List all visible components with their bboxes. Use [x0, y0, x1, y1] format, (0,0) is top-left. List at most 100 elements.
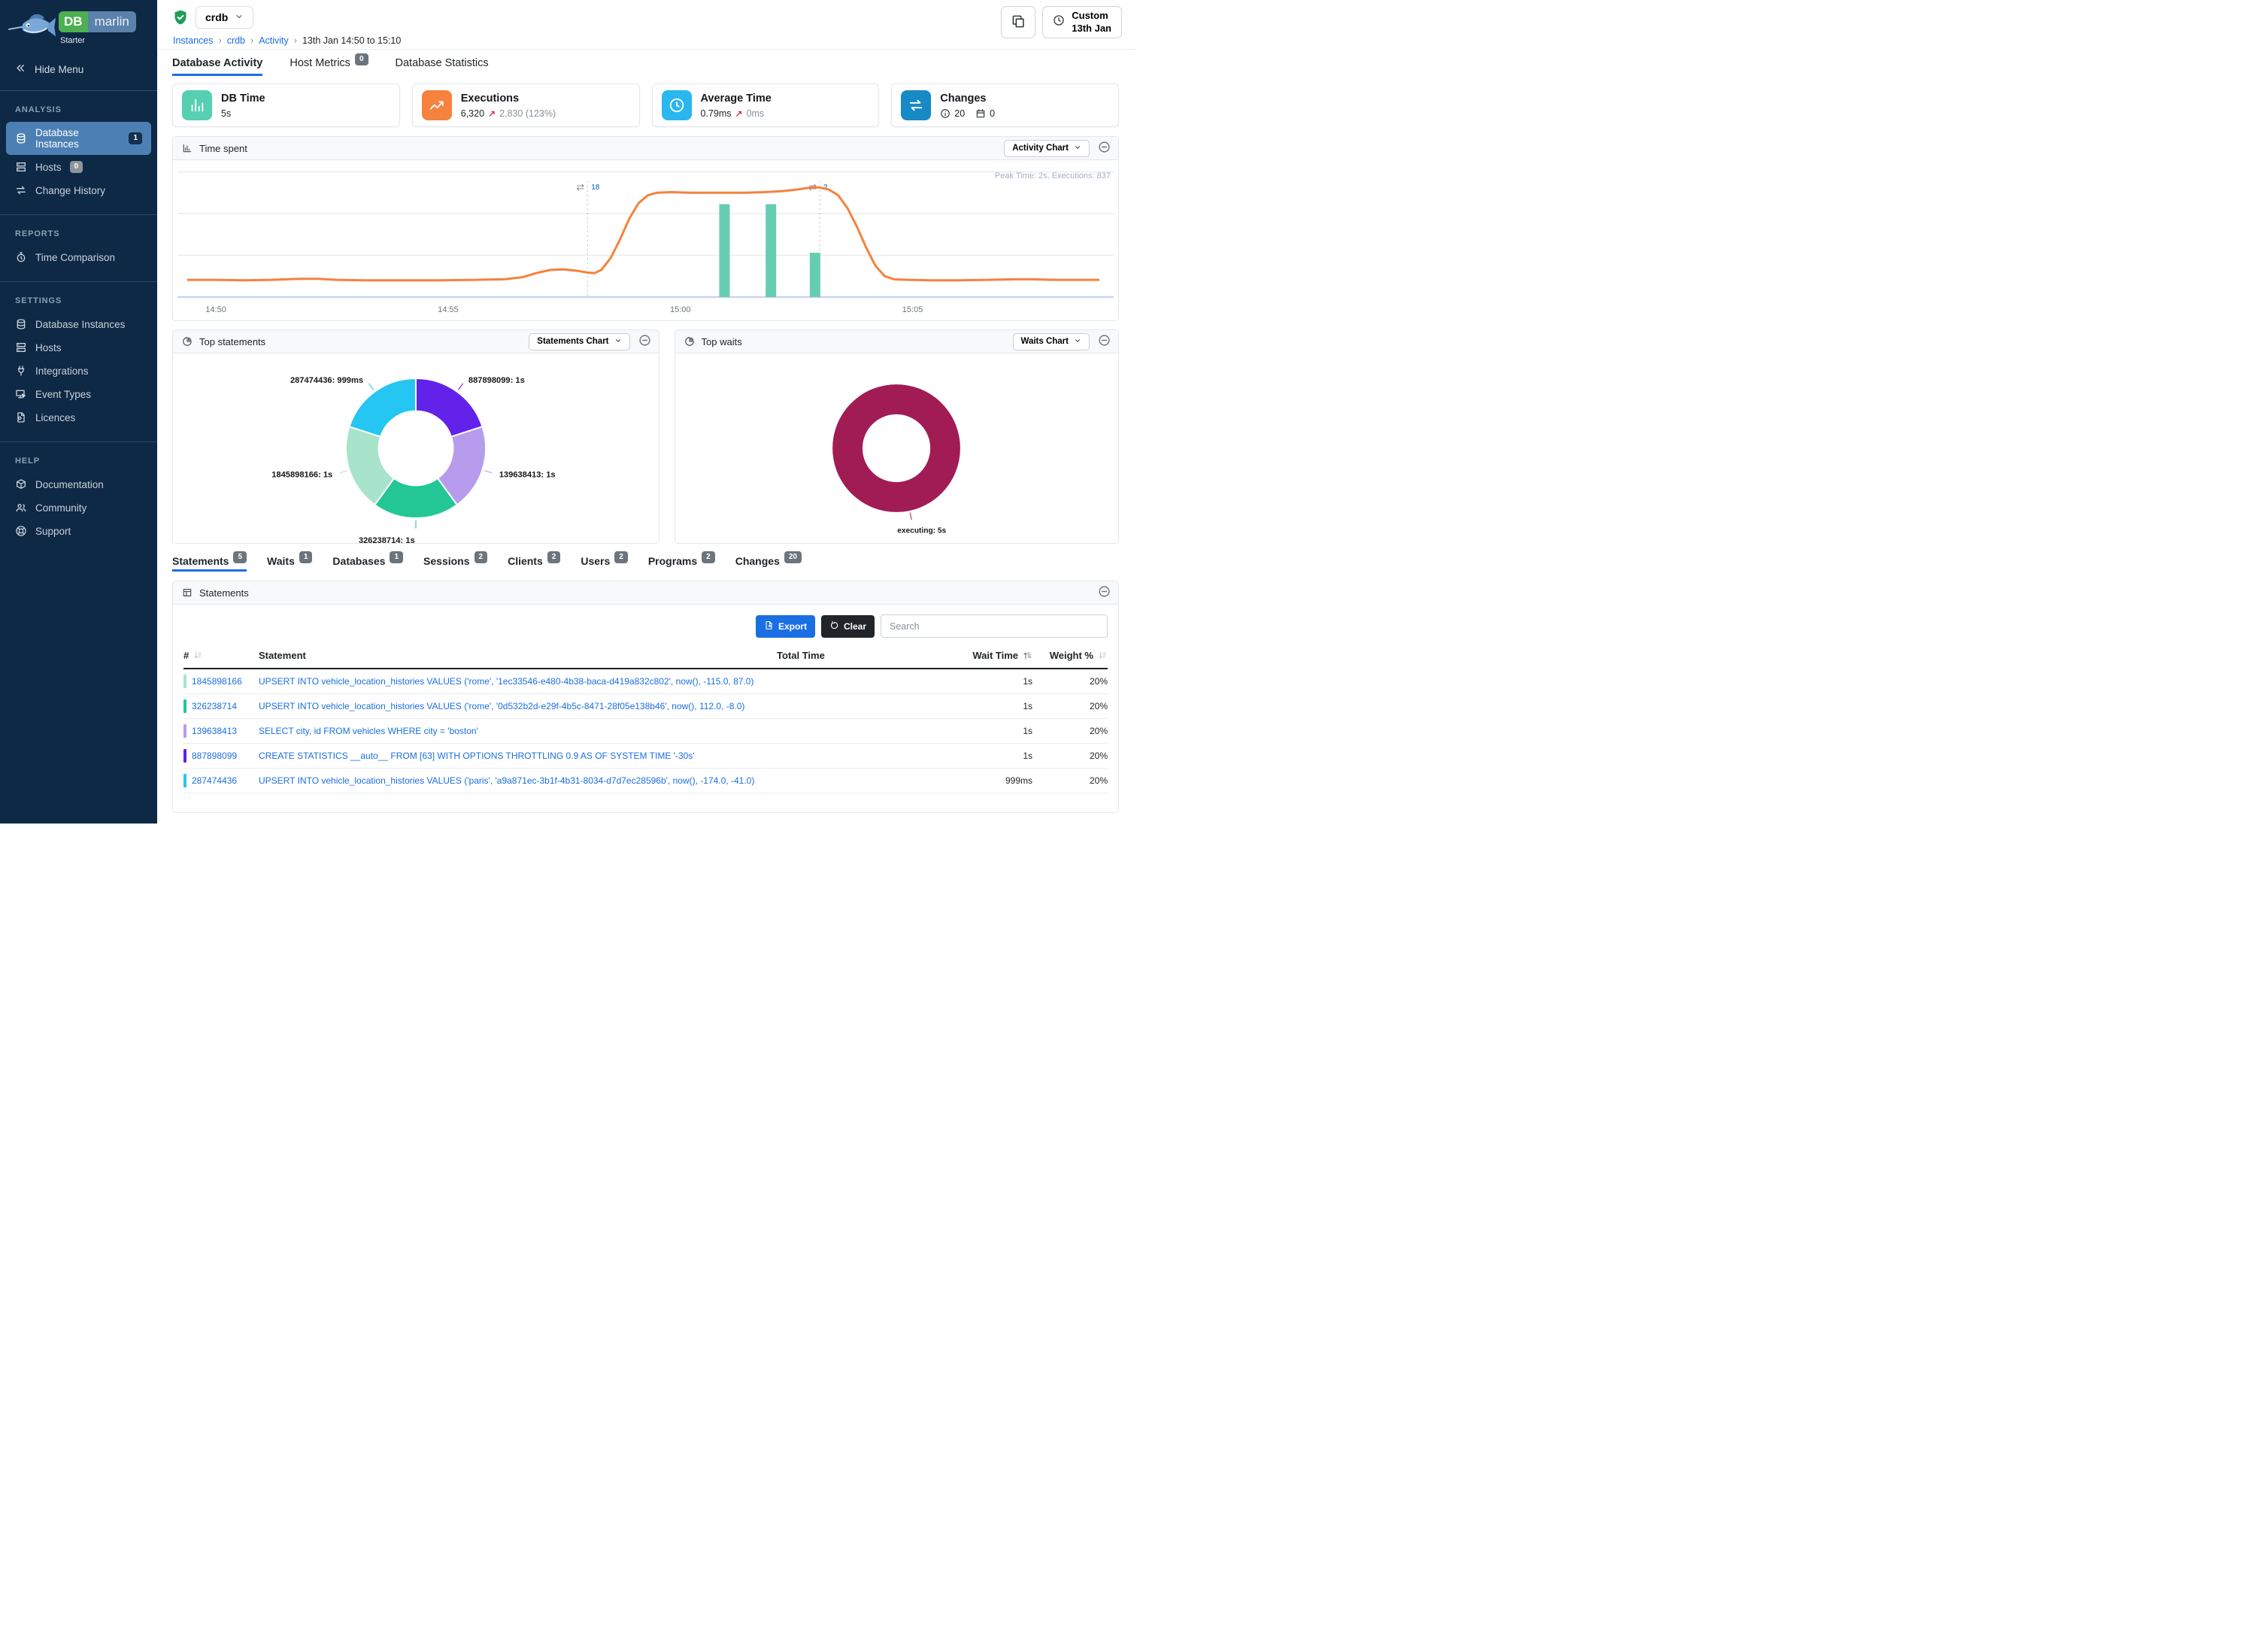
statement-id-link[interactable]: 287474436 [192, 775, 237, 786]
breadcrumb-item[interactable]: Activity [259, 35, 289, 46]
package-icon [15, 478, 27, 490]
donut-slice[interactable] [847, 399, 945, 497]
waits-chart-selector[interactable]: Waits Chart [1013, 333, 1090, 350]
breadcrumb-item[interactable]: Instances [173, 35, 214, 46]
change-marker-icon[interactable]: ⇄ [576, 181, 584, 193]
column-header-weight[interactable]: Weight % [1032, 650, 1108, 661]
collapse-top-waits-button[interactable] [1098, 334, 1111, 349]
statement-id-link[interactable]: 326238714 [192, 701, 237, 711]
sidebar-item-documentation[interactable]: Documentation [6, 473, 151, 496]
statement-id-link[interactable]: 887898099 [192, 751, 237, 761]
tab-host-metrics[interactable]: Host Metrics0 [290, 57, 368, 76]
donut-slice[interactable] [349, 378, 415, 437]
statement-text-link[interactable]: UPSERT INTO vehicle_location_histories V… [259, 676, 777, 687]
sidebar-item-time-comparison[interactable]: Time Comparison [6, 246, 151, 268]
executions-bar[interactable] [719, 204, 729, 297]
collapse-time-spent-button[interactable] [1098, 141, 1111, 156]
statement-text-link[interactable]: UPSERT INTO vehicle_location_histories V… [259, 701, 777, 711]
tab-database-statistics[interactable]: Database Statistics [396, 57, 489, 76]
sidebar-item-database-instances[interactable]: Database Instances [6, 313, 151, 335]
breadcrumb-item: 13th Jan 14:50 to 15:10 [302, 35, 401, 46]
statement-id-link[interactable]: 1845898166 [192, 676, 242, 687]
breadcrumb-separator: › [250, 35, 253, 46]
clear-button[interactable]: Clear [821, 615, 875, 638]
time-range-line1: Custom [1072, 10, 1111, 23]
detail-tab-badge: 1 [390, 551, 403, 563]
app-logo[interactable]: DB marlin Starter [0, 0, 157, 50]
detail-tab-label: Users [581, 555, 610, 567]
minus-circle-icon [638, 334, 651, 347]
detail-tab-waits[interactable]: Waits1 [267, 555, 312, 572]
time-range-button[interactable]: Custom 13th Jan [1042, 6, 1122, 38]
detail-tab-badge: 20 [784, 551, 802, 563]
top-waits-donut-chart[interactable]: executing: 5s [684, 353, 1109, 543]
topbar: crdb Instances›crdb›Activity›13th Jan 14… [157, 0, 1134, 50]
export-button[interactable]: Export [756, 615, 815, 638]
time-spent-chart[interactable]: ⇄18⇄2Peak Time: 2s, Executions: 83714:50… [173, 160, 1118, 318]
metric-card-executions[interactable]: Executions6,320↗2,830 (123%) [412, 83, 640, 127]
sidebar-item-community[interactable]: Community [6, 496, 151, 519]
statement-text-link[interactable]: UPSERT INTO vehicle_location_histories V… [259, 775, 777, 786]
caret-down-icon [1074, 337, 1081, 344]
collapse-top-statements-button[interactable] [638, 334, 651, 349]
sidebar-item-hosts[interactable]: Hosts0 [6, 156, 151, 178]
metric-card-db-time[interactable]: DB Time5s [172, 83, 400, 127]
column-header-id[interactable]: # [183, 650, 259, 661]
top-statements-donut-chart[interactable]: 887898099: 1s139638413: 1s326238714: 1s1… [183, 353, 649, 543]
statement-text-link[interactable]: CREATE STATISTICS __auto__ FROM [63] WIT… [259, 751, 777, 761]
breadcrumb-item[interactable]: crdb [227, 35, 245, 46]
tab-database-activity[interactable]: Database Activity [172, 57, 262, 76]
detail-tab-clients[interactable]: Clients2 [508, 555, 560, 572]
statement-text-link[interactable]: SELECT city, id FROM vehicles WHERE city… [259, 726, 777, 736]
sidebar-item-change-history[interactable]: Change History [6, 179, 151, 202]
column-header-statement[interactable]: Statement [259, 650, 777, 661]
sidebar-item-hosts[interactable]: Hosts [6, 336, 151, 359]
detail-tab-databases[interactable]: Databases1 [332, 555, 403, 572]
sidebar-item-support[interactable]: Support [6, 520, 151, 542]
server-icon [15, 341, 27, 353]
detail-tab-changes[interactable]: Changes20 [735, 555, 802, 572]
search-input[interactable] [881, 614, 1108, 638]
peak-annotation: Peak Time: 2s, Executions: 837 [995, 171, 1111, 180]
licence-icon [15, 411, 27, 423]
collapse-statements-button[interactable] [1098, 585, 1111, 600]
sidebar-item-database-instances[interactable]: Database Instances1 [6, 122, 151, 155]
sidebar-section-analysis: ANALYSISDatabase Instances1Hosts0Change … [0, 91, 157, 214]
activity-chart-selector[interactable]: Activity Chart [1004, 140, 1090, 157]
column-header-wait-time[interactable]: Wait Time [882, 650, 1032, 661]
executions-bar[interactable] [766, 204, 776, 297]
hide-menu-button[interactable]: Hide Menu [0, 50, 157, 91]
donut-slice-label: 887898099: 1s [468, 376, 525, 385]
detail-tab-sessions[interactable]: Sessions2 [423, 555, 487, 572]
donut-slice[interactable] [416, 378, 482, 437]
statement-id-link[interactable]: 139638413 [192, 726, 237, 736]
sidebar-item-event-types[interactable]: Event Types [6, 383, 151, 405]
table-header-row: #StatementTotal TimeWait TimeWeight % [183, 643, 1108, 669]
statement-color-chip [183, 724, 186, 738]
sidebar-item-badge: 1 [129, 132, 142, 144]
metric-value: 0.79ms [701, 108, 732, 119]
db-time-line[interactable] [188, 187, 1099, 280]
weight-value: 20% [1032, 751, 1108, 761]
logo-db: DB [59, 11, 88, 32]
column-header-total-time[interactable]: Total Time [777, 650, 882, 661]
detail-tab-programs[interactable]: Programs2 [648, 555, 715, 572]
copy-link-button[interactable] [1001, 6, 1035, 38]
metric-card-changes[interactable]: Changes200 [891, 83, 1119, 127]
weight-value: 20% [1032, 701, 1108, 711]
detail-tab-statements[interactable]: Statements5 [172, 555, 247, 572]
detail-tab-users[interactable]: Users2 [581, 555, 627, 572]
donut-slice-label: 139638413: 1s [499, 471, 556, 480]
caret-down-icon [614, 337, 622, 347]
executions-bar[interactable] [810, 253, 820, 297]
sidebar-item-integrations[interactable]: Integrations [6, 359, 151, 382]
metric-value: 5s [221, 108, 231, 119]
chart-axis-icon [182, 143, 193, 153]
instance-selector[interactable]: crdb [196, 6, 253, 29]
sidebar-section-title: ANALYSIS [0, 93, 157, 121]
statements-chart-selector[interactable]: Statements Chart [529, 333, 629, 350]
minus-circle-icon [1098, 334, 1111, 349]
sidebar-item-licences[interactable]: Licences [6, 406, 151, 429]
metric-card-average-time[interactable]: Average Time0.79ms↗0ms [652, 83, 880, 127]
sidebar-item-label: Hosts [35, 342, 62, 353]
